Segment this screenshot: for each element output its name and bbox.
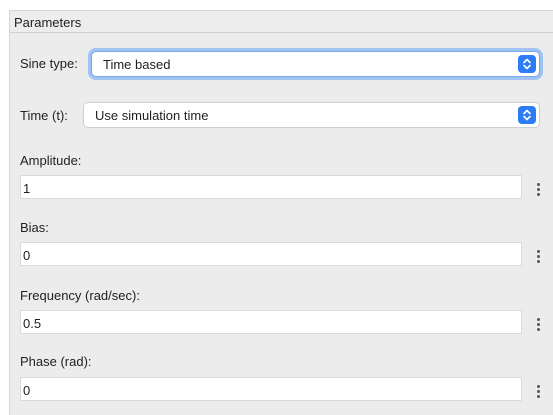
frequency-field[interactable]: 0.5 — [20, 310, 522, 334]
panel-header: Parameters — [10, 11, 553, 33]
panel-title: Parameters — [14, 15, 82, 30]
frequency-menu-icon[interactable] — [533, 316, 543, 334]
bias-value: 0 — [23, 248, 31, 263]
up-down-chevron-icon — [518, 106, 536, 124]
time-value: Use simulation time — [95, 108, 209, 123]
time-label: Time (t): — [20, 108, 68, 123]
parameters-panel: Parameters Sine type: Time based Time (t… — [9, 10, 553, 415]
phase-label: Phase (rad): — [20, 354, 92, 369]
frequency-label: Frequency (rad/sec): — [20, 288, 140, 303]
sine-type-value: Time based — [103, 57, 171, 72]
bias-menu-icon[interactable] — [533, 248, 543, 266]
amplitude-field[interactable]: 1 — [20, 175, 522, 199]
phase-menu-icon[interactable] — [533, 383, 543, 401]
bias-label: Bias: — [20, 220, 49, 235]
amplitude-label: Amplitude: — [20, 153, 82, 168]
time-select[interactable]: Use simulation time — [83, 102, 540, 128]
sine-type-select[interactable]: Time based — [91, 51, 540, 77]
amplitude-menu-icon[interactable] — [533, 181, 543, 199]
amplitude-value: 1 — [23, 181, 31, 196]
bias-field[interactable]: 0 — [20, 242, 522, 266]
phase-value: 0 — [23, 383, 31, 398]
phase-field[interactable]: 0 — [20, 377, 522, 401]
sine-type-label: Sine type: — [20, 56, 78, 71]
up-down-chevron-icon — [518, 55, 536, 73]
frequency-value: 0.5 — [23, 316, 42, 331]
